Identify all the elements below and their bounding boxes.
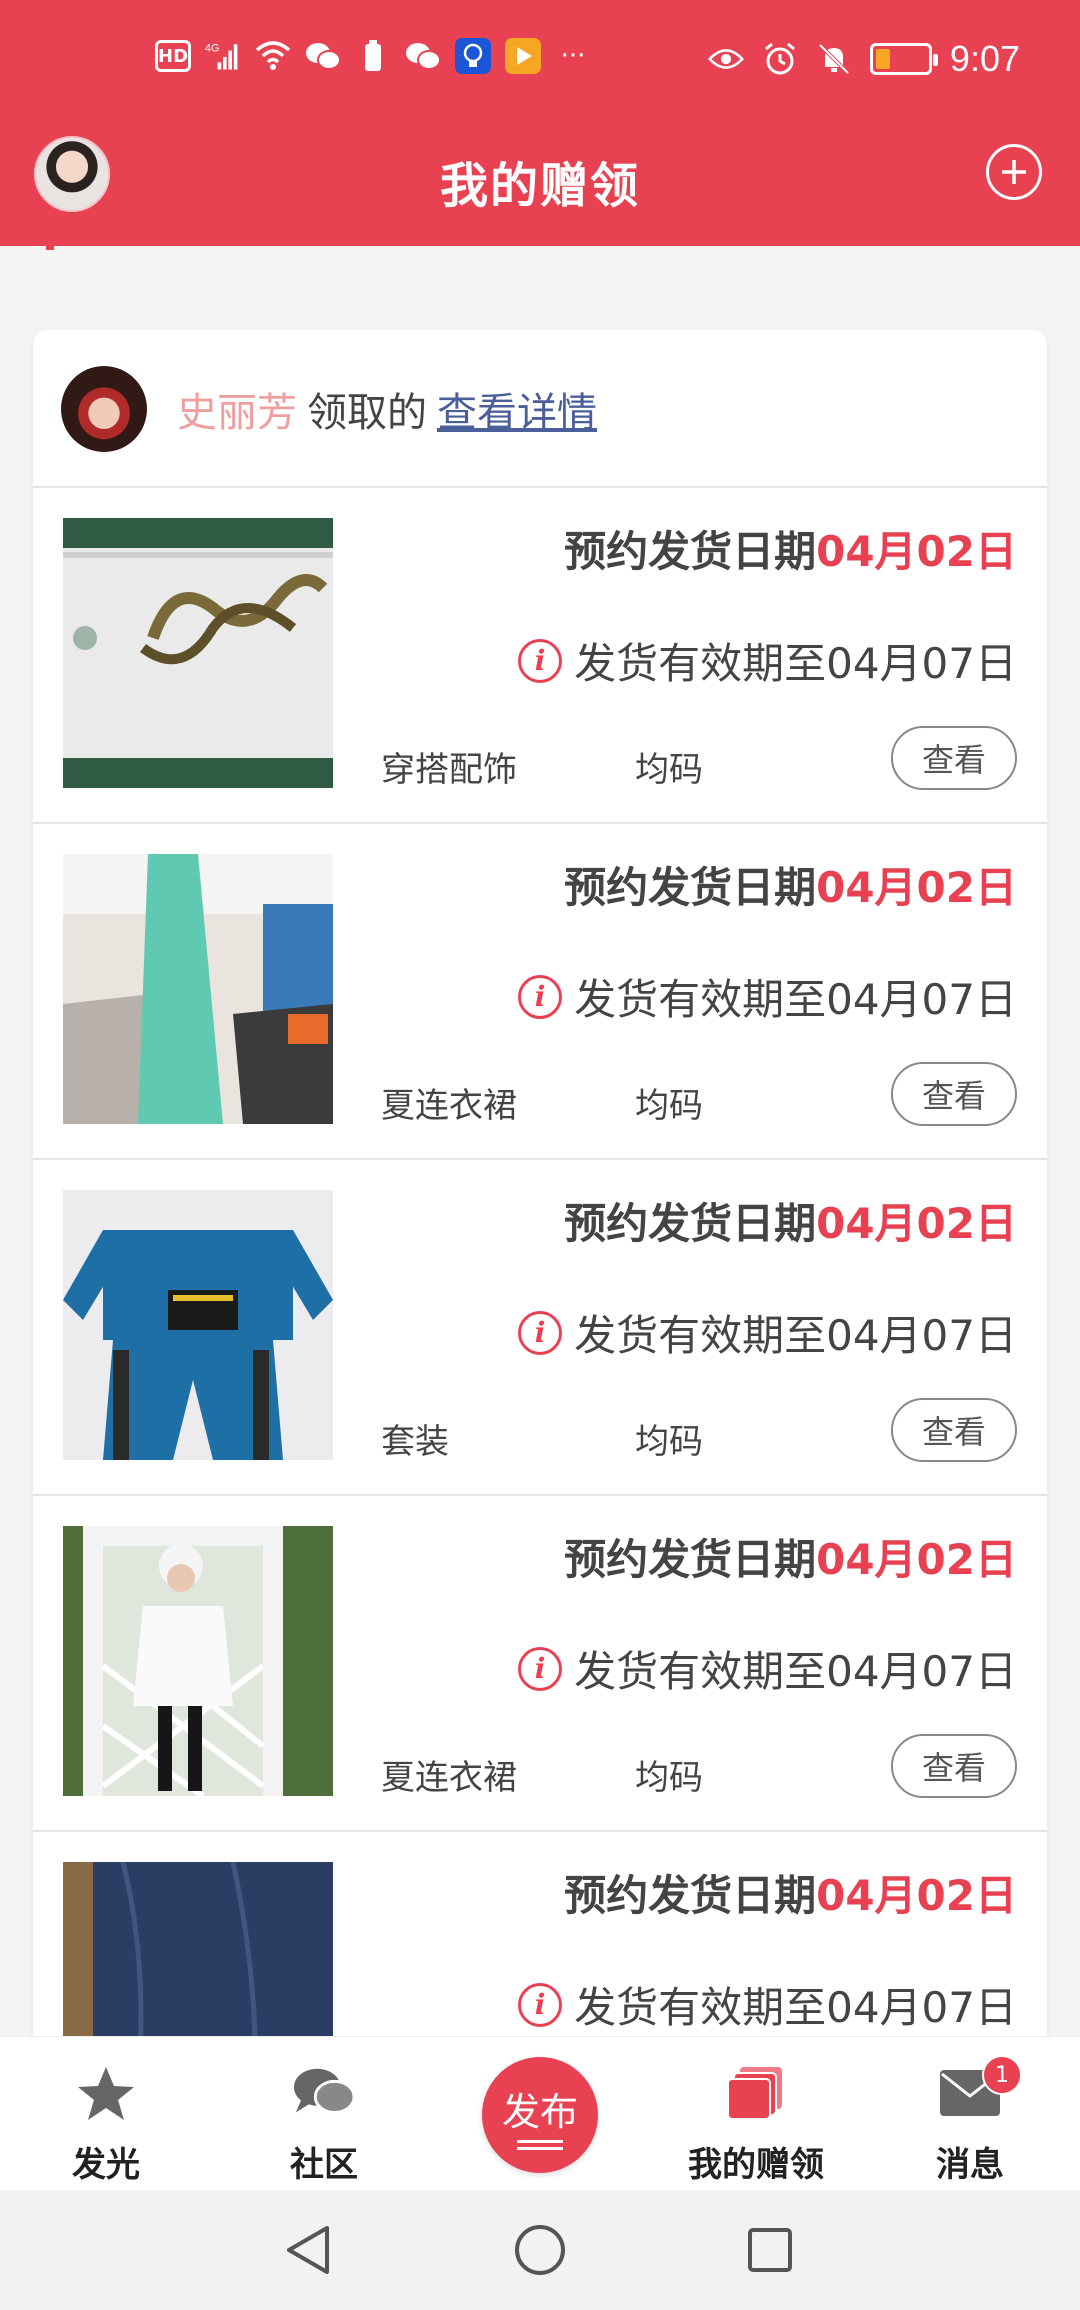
- view-details-link[interactable]: 查看详情: [437, 390, 597, 436]
- signal-icon: 4G: [205, 38, 241, 74]
- item-photo[interactable]: [63, 518, 333, 788]
- more-icon: ···: [560, 41, 586, 71]
- gift-card: 史丽芳 领取的 查看详情 预约发货日期04月02日 i 发货有效期至04月07日 穿搭…: [33, 330, 1047, 2070]
- publish-button[interactable]: 发布: [482, 2057, 598, 2173]
- info-icon: i: [518, 1646, 563, 1691]
- item-photo[interactable]: [63, 1526, 333, 1796]
- plus-icon: [1002, 160, 1026, 184]
- donor-name[interactable]: 史丽芳: [177, 390, 297, 436]
- item-size: 均码: [635, 1758, 703, 1798]
- bulb-app-icon: [455, 38, 491, 74]
- view-button[interactable]: 查看: [891, 726, 1017, 790]
- tab-community[interactable]: 社区: [224, 2037, 424, 2191]
- back-button[interactable]: [278, 2220, 338, 2280]
- status-left: HD 4G ···: [155, 38, 591, 74]
- list-item[interactable]: 预约发货日期04月02日 i 发货有效期至04月07日 夏连衣裙 均码 查看: [33, 824, 1047, 1160]
- validity: i 发货有效期至04月07日: [518, 1638, 1017, 1699]
- page-title: 我的赠领: [439, 158, 640, 214]
- info-icon: i: [518, 638, 563, 683]
- publish-lines-icon: [517, 2139, 563, 2150]
- tab-indicator: [46, 240, 54, 250]
- eye-icon: [707, 41, 744, 77]
- wechat-icon: [305, 38, 341, 74]
- star-icon: [74, 2065, 138, 2121]
- tab-shine[interactable]: 发光: [6, 2037, 206, 2191]
- info-icon: i: [518, 974, 563, 1019]
- publish-label: 发布: [501, 2089, 578, 2134]
- item-size: 均码: [635, 1086, 703, 1126]
- list-item[interactable]: 预约发货日期04月02日 i 发货有效期至04月07日 穿搭配饰 均码 查看: [33, 488, 1047, 824]
- list-item[interactable]: 预约发货日期04月02日 i 发货有效期至04月07日 夏连衣裙 均码 查看: [33, 1496, 1047, 1832]
- video-app-icon: [505, 38, 541, 74]
- validity: i 发货有效期至04月07日: [518, 1974, 1017, 2035]
- view-button[interactable]: 查看: [891, 1062, 1017, 1126]
- add-button[interactable]: [986, 144, 1042, 200]
- list-item[interactable]: 预约发货日期04月02日 i 发货有效期至04月07日: [33, 1832, 1047, 2070]
- svg-text:4G: 4G: [205, 43, 219, 55]
- battery-icon: [869, 43, 938, 75]
- system-nav-bar: [0, 2190, 1080, 2310]
- validity: i 发货有效期至04月07日: [518, 630, 1017, 691]
- ship-date: 预约发货日期04月02日: [564, 527, 1017, 576]
- ship-date: 预约发货日期04月02日: [564, 863, 1017, 912]
- wifi-icon: [255, 38, 291, 74]
- back-triangle-icon: [287, 2226, 329, 2274]
- item-category: 套装: [381, 1422, 449, 1462]
- donor-header: 史丽芳 领取的 查看详情: [33, 330, 1047, 488]
- list-item[interactable]: 预约发货日期04月02日 i 发货有效期至04月07日 套装 均码 查看: [33, 1160, 1047, 1496]
- item-size: 均码: [635, 1422, 703, 1462]
- info-icon: i: [518, 1310, 563, 1355]
- item-photo[interactable]: [63, 854, 333, 1124]
- tab-shine-label: 发光: [72, 2145, 140, 2185]
- validity: i 发货有效期至04月07日: [518, 966, 1017, 1027]
- donor-line: 史丽芳 领取的 查看详情: [177, 380, 597, 438]
- ship-date: 预约发货日期04月02日: [564, 1199, 1017, 1248]
- hd-icon: HD: [155, 40, 191, 72]
- tab-my-gifts-label: 我的赠领: [688, 2145, 824, 2185]
- item-category: 夏连衣裙: [381, 1758, 517, 1798]
- chat-icon: [292, 2065, 356, 2121]
- wechat-icon-2: [405, 38, 441, 74]
- recents-square-icon: [748, 2228, 792, 2272]
- info-icon: i: [518, 1982, 563, 2027]
- tab-messages[interactable]: 1 消息: [870, 2037, 1070, 2191]
- status-right: 9:07: [707, 38, 1020, 80]
- ship-date: 预约发货日期04月02日: [564, 1535, 1017, 1584]
- tab-community-label: 社区: [290, 2145, 358, 2185]
- recents-button[interactable]: [740, 2220, 800, 2280]
- status-bar: HD 4G ··· 9:07: [0, 0, 1080, 120]
- message-count-badge: 1: [982, 2055, 1022, 2095]
- view-button[interactable]: 查看: [891, 1734, 1017, 1798]
- view-button[interactable]: 查看: [891, 1398, 1017, 1462]
- donor-avatar[interactable]: [61, 366, 147, 452]
- ship-date: 预约发货日期04月02日: [564, 1871, 1017, 1920]
- battery-saver-icon: [355, 38, 391, 74]
- item-size: 均码: [635, 750, 703, 790]
- tab-my-gifts[interactable]: 我的赠领: [656, 2037, 856, 2191]
- item-photo[interactable]: [63, 1190, 333, 1460]
- alarm-icon: [762, 41, 798, 77]
- mute-icon: [816, 41, 852, 77]
- donor-suffix: 领取的: [307, 390, 427, 436]
- tab-messages-label: 消息: [936, 2145, 1004, 2185]
- app-header: HD 4G ··· 9:07 我的赠领: [0, 0, 1080, 246]
- validity: i 发货有效期至04月07日: [518, 1302, 1017, 1363]
- clock: 9:07: [949, 38, 1020, 79]
- app-bar: 我的赠领: [0, 120, 1080, 246]
- home-button[interactable]: [510, 2220, 570, 2280]
- bottom-tab-bar: 发光 社区 发布 我的赠领 1 消息: [0, 2036, 1080, 2190]
- gift-cards-icon: [724, 2065, 788, 2121]
- home-circle-icon: [515, 2225, 565, 2275]
- item-category: 夏连衣裙: [381, 1086, 517, 1126]
- item-category: 穿搭配饰: [381, 750, 517, 790]
